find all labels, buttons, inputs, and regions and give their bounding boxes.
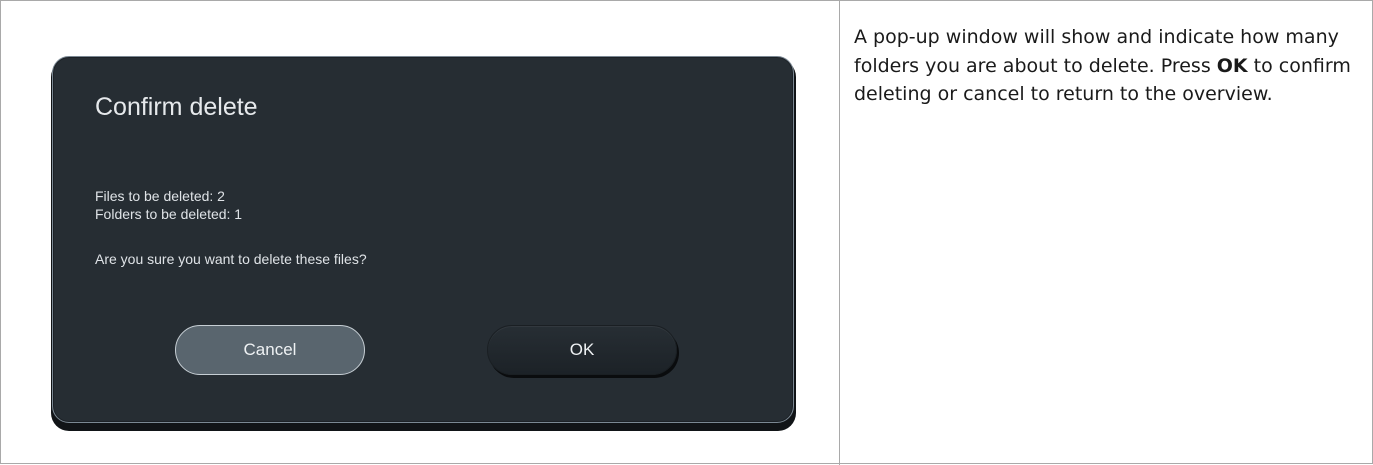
confirm-delete-dialog: Confirm delete Files to be deleted: 2 Fo…	[52, 56, 794, 423]
ok-button[interactable]: OK	[487, 325, 677, 375]
folders-count-text: Folders to be deleted: 1	[95, 206, 243, 222]
instruction-table: Confirm delete Files to be deleted: 2 Fo…	[0, 0, 1373, 465]
description-cell: A pop-up window will show and indicate h…	[840, 1, 1373, 465]
files-count-text: Files to be deleted: 2	[95, 188, 225, 204]
screenshot-cell: Confirm delete Files to be deleted: 2 Fo…	[1, 1, 839, 465]
description-text: A pop-up window will show and indicate h…	[854, 23, 1364, 109]
dialog-title: Confirm delete	[95, 93, 258, 121]
confirmation-question: Are you sure you want to delete these fi…	[95, 251, 367, 267]
description-bold-ok: OK	[1216, 54, 1248, 77]
cancel-button[interactable]: Cancel	[175, 325, 365, 375]
